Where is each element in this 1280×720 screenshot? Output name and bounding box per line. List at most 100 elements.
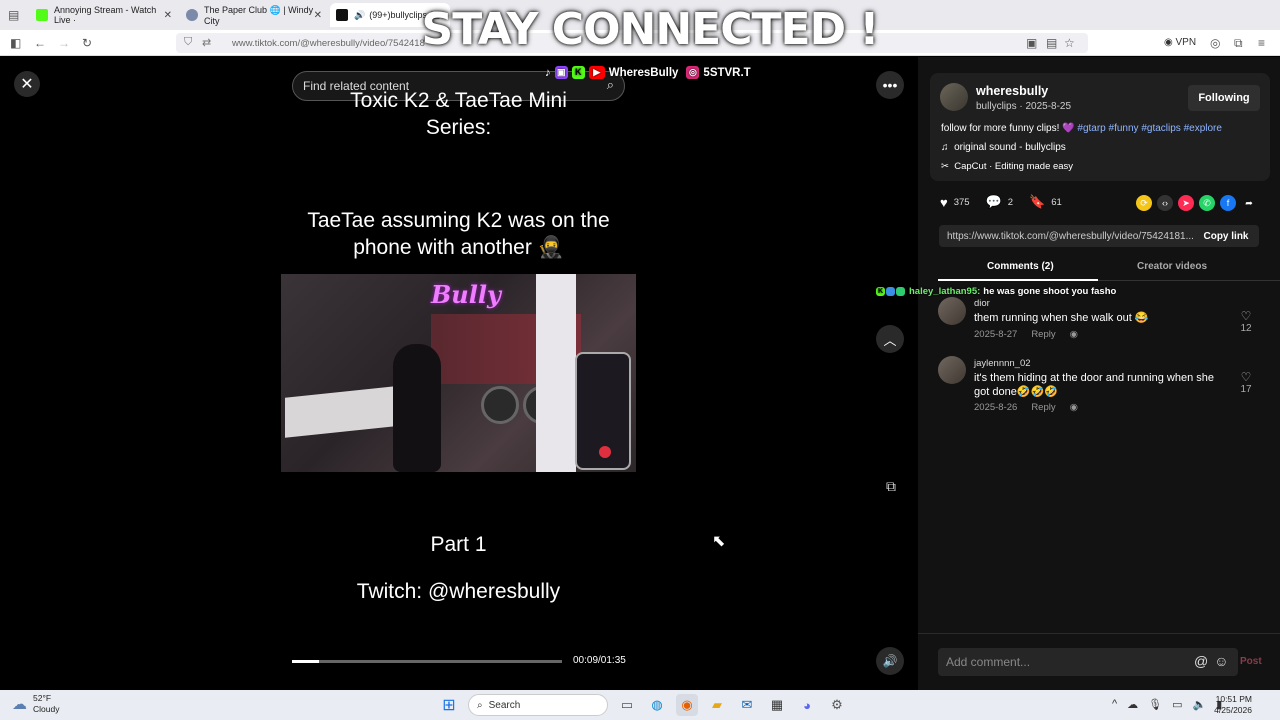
bookmark-star-icon[interactable]: ☆ <box>1064 36 1075 50</box>
mouse-cursor-icon: ⬉ <box>712 533 726 550</box>
tab-overview-icon[interactable]: ▤ <box>8 8 19 22</box>
close-icon[interactable]: ✕ <box>14 71 40 97</box>
comment-button[interactable]: 💬 2 <box>986 194 1013 210</box>
add-comment-input[interactable]: Add comment... <box>938 648 1238 676</box>
scene-phone <box>575 352 631 470</box>
hang-up-icon <box>599 446 611 458</box>
creator-avatar-icon: ◉ <box>1069 402 1078 413</box>
weather-temp: 52°F <box>33 693 52 703</box>
whatsapp-icon[interactable]: ✆ <box>1199 195 1215 211</box>
post-button[interactable]: Post <box>1240 656 1262 667</box>
comment-like-count: 12 <box>1240 323 1252 334</box>
sidebar-toggle-icon[interactable]: ◧ <box>10 36 21 50</box>
vpn-button[interactable]: ◉ VPN <box>1164 37 1196 48</box>
comment-like-button[interactable]: ♡ 12 <box>1236 309 1256 334</box>
tab-creator-videos[interactable]: Creator videos <box>1137 261 1207 272</box>
speaker-icon[interactable]: 🔊 <box>354 10 365 21</box>
mail-icon[interactable]: ✉ <box>736 694 758 716</box>
browser-tab-paper-club[interactable]: The Paper Club 🌐 | Windy City ✕ <box>180 3 328 27</box>
comment-username[interactable]: dior <box>974 298 990 309</box>
scene-character <box>393 344 441 472</box>
capcut-icon: ✂ <box>941 161 949 172</box>
comment-username[interactable]: jaylennnn_02 <box>974 358 1031 369</box>
comment-like-button[interactable]: ♡ 17 <box>1236 370 1256 395</box>
share-link-text: https://www.tiktok.com/@wheresbully/vide… <box>947 230 1194 242</box>
video-part-text: Part 1 <box>430 533 487 556</box>
chat-message: he was gone shoot you fasho <box>983 286 1117 297</box>
share-icon[interactable]: ➦ <box>1241 195 1257 211</box>
bully-logo: Bully <box>431 280 501 309</box>
facebook-icon[interactable]: f <box>1220 195 1236 211</box>
reload-icon[interactable]: ↻ <box>82 36 92 50</box>
save-count: 61 <box>1051 196 1062 208</box>
copy-link-button[interactable]: Copy link <box>1193 225 1259 247</box>
onedrive-icon[interactable]: ☁ <box>1127 698 1138 711</box>
chevron-up-icon[interactable]: ^ <box>1112 698 1117 711</box>
back-icon[interactable]: ← <box>34 36 46 50</box>
following-button[interactable]: Following <box>1188 85 1260 111</box>
emoji-icon[interactable]: ☺ <box>1214 653 1228 669</box>
save-button[interactable]: 🔖 61 <box>1029 194 1062 210</box>
capcut-link[interactable]: ✂ CapCut · Editing made easy <box>941 161 1073 172</box>
weather-widget[interactable]: ☁ 52°F Cloudy <box>12 693 59 715</box>
discord-icon[interactable]: ◕ <box>796 694 818 716</box>
network-icon[interactable]: ▭ <box>1172 698 1182 711</box>
close-tab-icon[interactable]: ✕ <box>164 10 172 21</box>
video-progress-bar[interactable] <box>292 660 562 663</box>
menu-icon[interactable]: ≡ <box>1258 36 1265 50</box>
author-subtitle: bullyclips · 2025-8-25 <box>976 101 1072 112</box>
avatar[interactable] <box>938 356 966 384</box>
firefox-icon[interactable]: ◉ <box>676 694 698 716</box>
hashtag-links[interactable]: #gtarp #funny #gtaclips #explore <box>1077 123 1222 134</box>
repost-icon[interactable]: ⟳ <box>1136 195 1152 211</box>
search-icon: ⌕ <box>477 699 483 711</box>
avatar[interactable] <box>940 83 968 111</box>
microphone-icon[interactable]: 🎙 <box>1148 698 1162 711</box>
windows-taskbar: ☁ 52°F Cloudy ⊞ ⌕ Search ▭ ◍ ◉ ▰ ✉ ▦ ◕ ⚙… <box>0 690 1280 720</box>
twitch-icon: ▣ <box>554 66 568 79</box>
reader-icon[interactable]: ▤ <box>1046 36 1057 50</box>
picture-in-picture-icon[interactable]: ⧉ <box>880 475 902 497</box>
file-explorer-icon[interactable]: ▰ <box>706 694 728 716</box>
comment-text: it's them hiding at the door and running… <box>974 372 1214 398</box>
more-options-icon[interactable]: ••• <box>876 71 904 99</box>
taskbar-apps: ⊞ ⌕ Search ▭ ◍ ◉ ▰ ✉ ▦ ◕ ⚙ <box>438 694 848 716</box>
volume-icon[interactable]: 🔊 <box>876 647 904 675</box>
comment-item: dior them running when she walk out 😂 20… <box>938 297 1268 353</box>
screenshot-icon[interactable]: ▣ <box>1026 36 1037 50</box>
taskbar-search[interactable]: ⌕ Search <box>468 694 608 716</box>
account-icon[interactable]: ◎ <box>1210 36 1220 50</box>
tab-comments[interactable]: Comments (2) <box>987 261 1054 272</box>
settings-icon[interactable]: ⚙ <box>826 694 848 716</box>
capcut-label: CapCut · Editing made easy <box>954 161 1074 172</box>
store-icon[interactable]: ▦ <box>766 694 788 716</box>
share-link-field[interactable]: https://www.tiktok.com/@wheresbully/vide… <box>939 225 1259 247</box>
post-description: follow for more funny clips! 💜 #gtarp #f… <box>941 123 1222 134</box>
video-player[interactable]: Find related content ⌕ Toxic K2 & TaeTae… <box>281 57 636 690</box>
task-view-icon[interactable]: ▭ <box>616 694 638 716</box>
creator-avatar-icon: ◉ <box>1069 329 1078 340</box>
mention-icon[interactable]: @ <box>1194 653 1208 669</box>
volume-icon[interactable]: 🔈 <box>1193 698 1207 711</box>
send-icon[interactable]: ➤ <box>1178 195 1194 211</box>
reply-button[interactable]: Reply <box>1031 329 1055 340</box>
music-link[interactable]: ♫ original sound - bullyclips <box>941 142 1066 153</box>
forward-icon[interactable]: → <box>58 36 70 50</box>
site-permissions-icon[interactable]: ⇄ <box>202 36 211 49</box>
stream-overlay-title: STAY CONNECTED ! <box>421 4 880 55</box>
extensions-icon[interactable]: ⧉ <box>1234 36 1243 51</box>
video-stage: ✕ Find related content ⌕ Toxic K2 & TaeT… <box>0 57 918 690</box>
reply-button[interactable]: Reply <box>1031 402 1055 413</box>
avatar[interactable] <box>938 297 966 325</box>
system-tray: ^ ☁ 🎙 ▭ 🔈 ▮ <box>1112 698 1222 711</box>
shield-icon[interactable]: ⛉ <box>184 36 192 49</box>
edge-icon[interactable]: ◍ <box>646 694 668 716</box>
author-name[interactable]: wheresbully <box>976 84 1048 98</box>
windows-start-icon[interactable]: ⊞ <box>438 694 460 716</box>
taskbar-clock[interactable]: 10:51 PM 4/25/2026 <box>1212 694 1252 716</box>
chevron-up-icon[interactable]: ︿ <box>876 325 904 353</box>
close-tab-icon[interactable]: ✕ <box>314 10 322 21</box>
browser-tab-kick[interactable]: Annoying Stream - Watch Live · ✕ <box>30 3 178 27</box>
embed-icon[interactable]: ‹› <box>1157 195 1173 211</box>
like-button[interactable]: ♥ 375 <box>940 195 970 210</box>
